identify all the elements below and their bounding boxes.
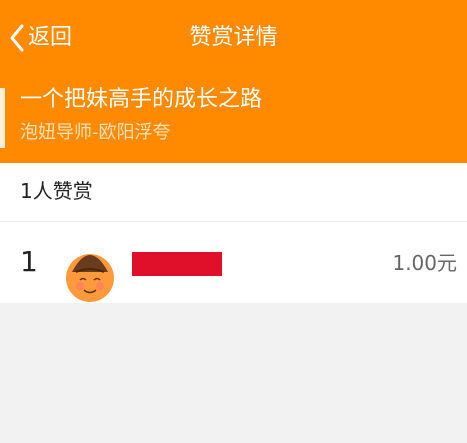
article-accent-bar — [0, 88, 5, 148]
donor-amount: 1.00元 — [392, 251, 457, 275]
donor-name — [134, 254, 220, 274]
reward-count: 1人赞赏 — [20, 179, 93, 203]
reward-count-row: 1人赞赏 — [0, 163, 467, 222]
donor-name-redacted — [132, 252, 222, 276]
article-header: 一个把妹高手的成长之路 泡妞导师-欧阳浮夸 — [0, 76, 467, 163]
top-bar: 返回 赞赏详情 — [0, 0, 467, 76]
article-author: 泡妞导师-欧阳浮夸 — [20, 122, 171, 143]
rewards-panel: 1人赞赏 1 1.00元 — [0, 163, 467, 303]
donor-row[interactable]: 1 1.00元 — [0, 222, 467, 303]
page-title: 赞赏详情 — [189, 25, 278, 50]
avatar[interactable] — [58, 236, 122, 306]
donor-rank: 1 — [20, 245, 38, 278]
article-title[interactable]: 一个把妹高手的成长之路 — [20, 84, 262, 116]
